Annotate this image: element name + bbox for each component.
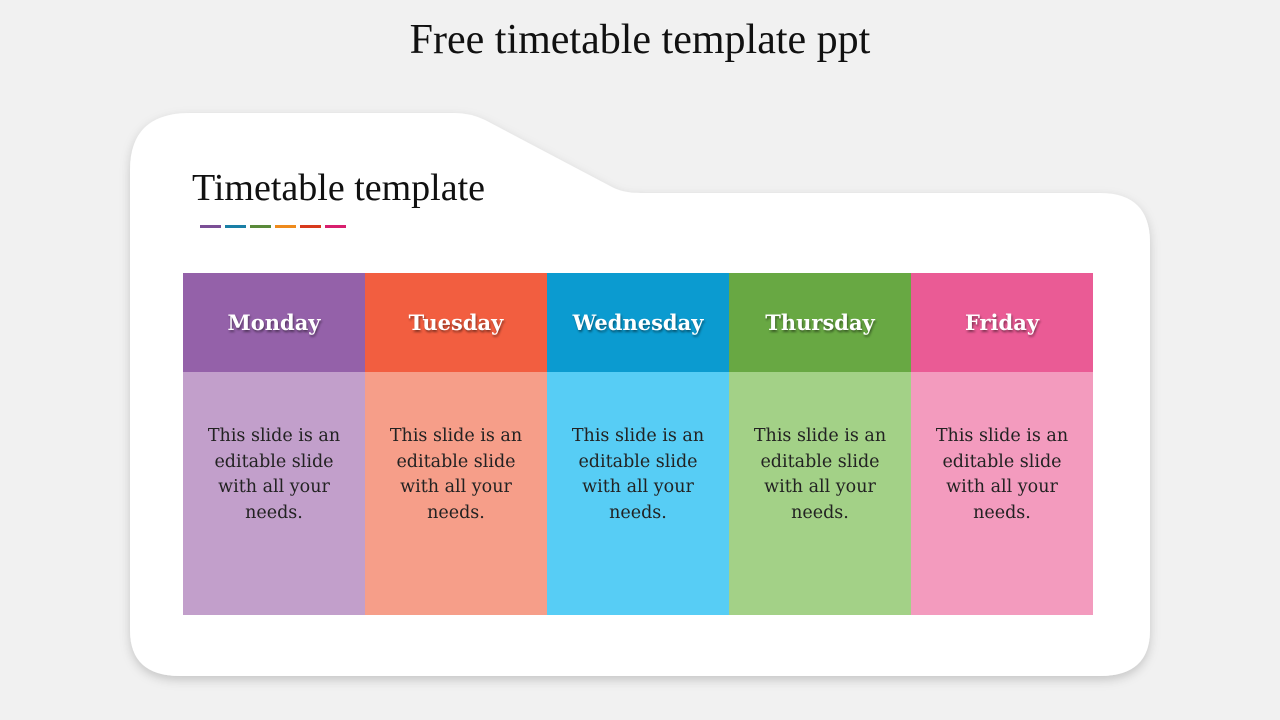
- accent-bar: [200, 225, 221, 228]
- accent-bar: [225, 225, 246, 228]
- accent-bars: [200, 225, 346, 228]
- accent-bar: [300, 225, 321, 228]
- accent-bar: [325, 225, 346, 228]
- day-header: Tuesday: [365, 273, 547, 372]
- day-body-text: This slide is an editable slide with all…: [365, 372, 547, 615]
- day-body-text: This slide is an editable slide with all…: [547, 372, 729, 615]
- day-header: Friday: [911, 273, 1093, 372]
- day-column-thursday: Thursday This slide is an editable slide …: [729, 273, 911, 615]
- day-column-friday: Friday This slide is an editable slide wi…: [911, 273, 1093, 615]
- card-title: Timetable template: [192, 167, 486, 209]
- day-body-text: This slide is an editable slide with all…: [911, 372, 1093, 615]
- timetable: Monday This slide is an editable slide wi…: [183, 273, 1093, 615]
- day-column-tuesday: Tuesday This slide is an editable slide w…: [365, 273, 547, 615]
- accent-bar: [275, 225, 296, 228]
- accent-bar: [250, 225, 271, 228]
- day-body-text: This slide is an editable slide with all…: [183, 372, 365, 615]
- day-body-text: This slide is an editable slide with all…: [729, 372, 911, 615]
- day-column-monday: Monday This slide is an editable slide wi…: [183, 273, 365, 615]
- day-header: Monday: [183, 273, 365, 372]
- day-header: Wednesday: [547, 273, 729, 372]
- day-header: Thursday: [729, 273, 911, 372]
- day-column-wednesday: Wednesday This slide is an editable slide…: [547, 273, 729, 615]
